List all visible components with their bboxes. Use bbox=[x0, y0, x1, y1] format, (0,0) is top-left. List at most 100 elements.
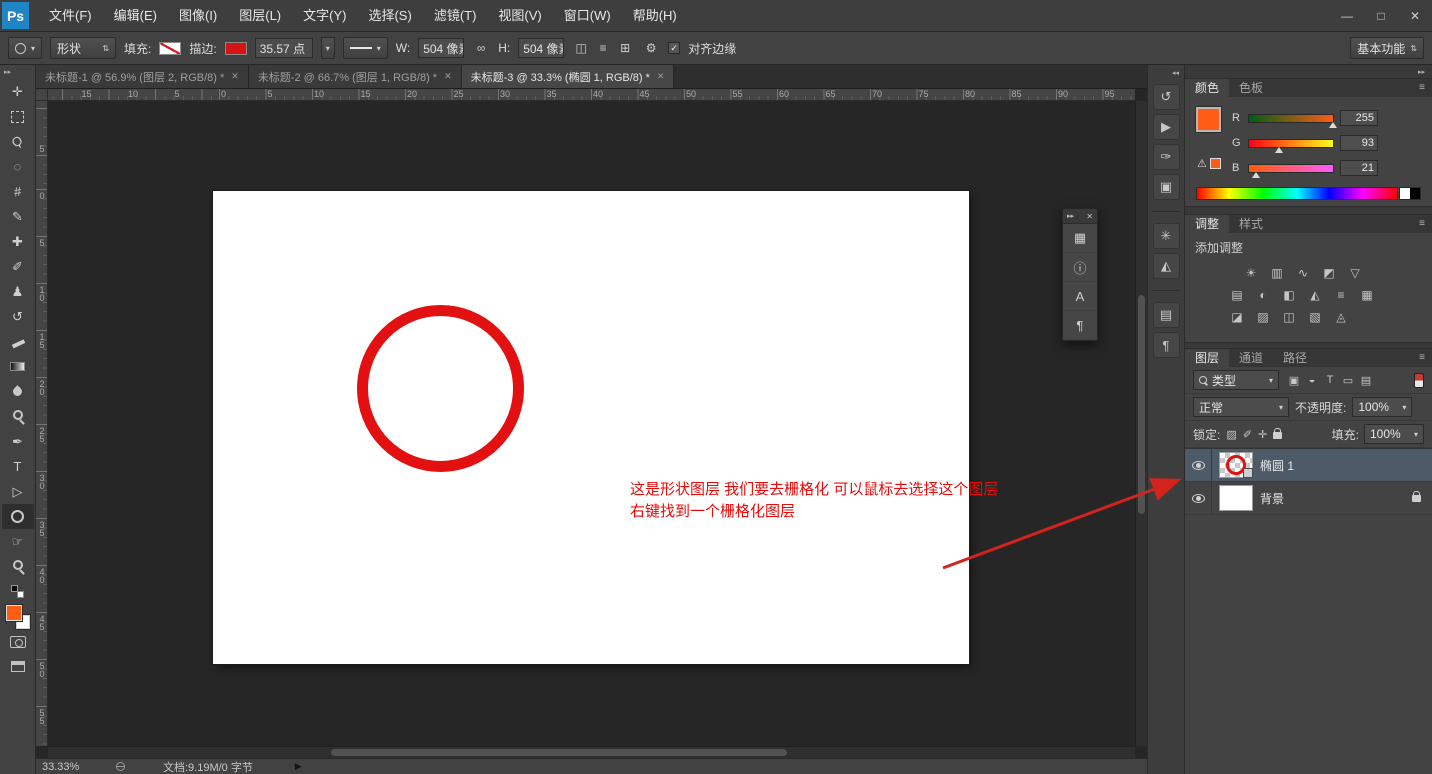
filter-smart-objects-icon[interactable]: ▤ bbox=[1357, 371, 1375, 389]
layer-row[interactable]: 椭圆 1 bbox=[1185, 449, 1432, 482]
channel-slider[interactable] bbox=[1248, 114, 1334, 123]
white-swatch[interactable] bbox=[1400, 188, 1410, 199]
notes-panel-icon[interactable]: ¶ bbox=[1153, 332, 1180, 358]
workspace-switcher[interactable]: 基本功能 ⇅ bbox=[1350, 37, 1424, 59]
fill-color-swatch[interactable] bbox=[159, 42, 181, 55]
eraser-tool[interactable]: ▬ bbox=[2, 329, 34, 354]
menu-item-filter[interactable]: 滤镜(T) bbox=[423, 0, 488, 32]
layer-thumbnail[interactable] bbox=[1219, 452, 1253, 478]
timeline-panel-icon[interactable]: ▤ bbox=[1153, 302, 1180, 328]
panel-menu-icon[interactable]: ≡ bbox=[1419, 82, 1425, 93]
fill-select[interactable]: 100% ▾ bbox=[1364, 424, 1424, 444]
tool-preset-picker[interactable]: ▾ bbox=[8, 37, 42, 59]
dock-expand-icon[interactable]: ▸▸ bbox=[1067, 212, 1074, 220]
adjustment-vibrance-icon[interactable]: ▽ bbox=[1343, 263, 1367, 282]
filter-pixel-layers-icon[interactable]: ▣ bbox=[1285, 371, 1303, 389]
link-dimensions-icon[interactable]: ∞ bbox=[472, 41, 490, 55]
closest-web-color-swatch[interactable] bbox=[1210, 158, 1221, 169]
tab-styles[interactable]: 样式 bbox=[1229, 215, 1273, 233]
spot-healing-brush-tool[interactable]: ✚ bbox=[2, 229, 34, 254]
horizontal-scroll-thumb[interactable] bbox=[331, 749, 788, 756]
path-align-icon[interactable]: ≡ bbox=[594, 41, 612, 55]
maximize-button[interactable]: □ bbox=[1364, 0, 1398, 32]
path-arrange-icon[interactable]: ⊞ bbox=[616, 41, 634, 55]
horizontal-type-tool[interactable]: T bbox=[2, 454, 34, 479]
adjustment-posterize-icon[interactable]: ▨ bbox=[1251, 307, 1275, 326]
stroke-width-dropdown[interactable]: ▾ bbox=[321, 37, 335, 59]
lock-transparent-pixels-icon[interactable]: ▨ bbox=[1226, 428, 1236, 441]
menu-item-help[interactable]: 帮助(H) bbox=[622, 0, 688, 32]
lasso-tool[interactable]: Ϙ bbox=[2, 129, 34, 154]
adjustment-curves-icon[interactable]: ∿ bbox=[1291, 263, 1315, 282]
channel-slider[interactable] bbox=[1248, 139, 1334, 148]
gamut-warning[interactable]: ⚠ bbox=[1197, 157, 1221, 170]
adjustment-color-balance-icon[interactable]: ◐ bbox=[1251, 285, 1275, 304]
info-panel-icon[interactable]: ⓘ bbox=[1063, 253, 1097, 282]
adjustment-selective-color-icon[interactable]: ◬ bbox=[1329, 307, 1353, 326]
blur-tool[interactable] bbox=[2, 379, 34, 404]
dock-strip-collapse-icon[interactable]: ◂◂ bbox=[1167, 67, 1184, 82]
color-spectrum-ramp[interactable] bbox=[1196, 187, 1398, 200]
close-button[interactable]: ✕ bbox=[1398, 0, 1432, 32]
foreground-color-swatch[interactable] bbox=[1196, 107, 1221, 132]
styles-panel-icon[interactable]: ◭ bbox=[1153, 253, 1180, 279]
default-colors-button[interactable] bbox=[2, 579, 34, 604]
adjustment-threshold-icon[interactable]: ◫ bbox=[1277, 307, 1301, 326]
path-selection-tool[interactable]: ▷ bbox=[2, 479, 34, 504]
channel-slider[interactable] bbox=[1248, 164, 1334, 173]
adjustments-panel-icon[interactable]: ✳ bbox=[1153, 223, 1180, 249]
clone-stamp-tool[interactable]: ♟ bbox=[2, 279, 34, 304]
move-tool[interactable]: ✛ bbox=[2, 79, 34, 104]
history-panel-icon[interactable]: ↺ bbox=[1153, 84, 1180, 110]
zoom-tool[interactable] bbox=[2, 554, 34, 579]
ruler-corner[interactable] bbox=[36, 89, 48, 101]
document-tab[interactable]: 未标题-3 @ 33.3% (椭圆 1, RGB/8) *✕ bbox=[462, 65, 675, 88]
pen-tool[interactable]: ✒ bbox=[2, 429, 34, 454]
lock-image-pixels-icon[interactable]: ✐ bbox=[1243, 428, 1252, 441]
menu-item-select[interactable]: 选择(S) bbox=[357, 0, 422, 32]
tab-adjustments[interactable]: 调整 bbox=[1185, 215, 1229, 233]
dock-close-icon[interactable]: ✕ bbox=[1086, 212, 1093, 221]
tool-mode-select[interactable]: 形状 ⇅ bbox=[50, 37, 116, 59]
adjustment-brightness-contrast-icon[interactable]: ☀ bbox=[1239, 263, 1263, 282]
channel-value-input[interactable]: 255 bbox=[1340, 110, 1378, 126]
gradient-tool[interactable] bbox=[2, 354, 34, 379]
vertical-scroll-thumb[interactable] bbox=[1138, 295, 1145, 514]
menu-item-window[interactable]: 窗口(W) bbox=[553, 0, 622, 32]
geometry-options-button[interactable]: ⚙ bbox=[642, 41, 660, 55]
status-menu-arrow-icon[interactable]: ▶ bbox=[295, 761, 302, 772]
stroke-style-select[interactable]: ▾ bbox=[343, 37, 388, 59]
menu-item-layer[interactable]: 图层(L) bbox=[228, 0, 292, 32]
tab-swatches[interactable]: 色板 bbox=[1229, 79, 1273, 97]
slider-thumb[interactable] bbox=[1329, 122, 1337, 128]
adjustment-exposure-icon[interactable]: ◩ bbox=[1317, 263, 1341, 282]
layer-visibility-toggle[interactable] bbox=[1185, 482, 1212, 514]
zoom-level-input[interactable]: 33.33% bbox=[42, 761, 100, 773]
tab-paths[interactable]: 路径 bbox=[1273, 349, 1317, 367]
tab-color[interactable]: 颜色 bbox=[1185, 79, 1229, 97]
panel-menu-icon[interactable]: ≡ bbox=[1419, 218, 1425, 229]
filter-kind-select[interactable]: 类型 ▾ bbox=[1193, 370, 1279, 390]
layer-visibility-toggle[interactable] bbox=[1185, 449, 1212, 481]
tab-close-icon[interactable]: ✕ bbox=[657, 71, 665, 82]
adjustment-channel-mixer-icon[interactable]: ≡ bbox=[1329, 285, 1353, 304]
brush-tool[interactable]: ✐ bbox=[2, 254, 34, 279]
adjustment-color-lookup-icon[interactable]: ▦ bbox=[1355, 285, 1379, 304]
filter-shape-layers-icon[interactable]: ▭ bbox=[1339, 371, 1357, 389]
slider-thumb[interactable] bbox=[1252, 172, 1260, 178]
width-input[interactable]: 504 像素 bbox=[418, 38, 464, 58]
foreground-color-swatch[interactable] bbox=[6, 605, 22, 621]
menu-item-type[interactable]: 文字(Y) bbox=[292, 0, 357, 32]
document-tab[interactable]: 未标题-2 @ 66.7% (图层 1, RGB/8) *✕ bbox=[249, 65, 462, 88]
tab-channels[interactable]: 通道 bbox=[1229, 349, 1273, 367]
blend-mode-select[interactable]: 正常 ▾ bbox=[1193, 397, 1289, 417]
stroke-color-swatch[interactable] bbox=[225, 42, 247, 55]
lock-position-icon[interactable]: ✛ bbox=[1258, 428, 1267, 441]
hand-tool[interactable]: ☞ bbox=[2, 529, 34, 554]
clone-source-panel-icon[interactable]: ▣ bbox=[1153, 174, 1180, 200]
ellipse-shape[interactable] bbox=[357, 305, 524, 472]
menu-item-edit[interactable]: 编辑(E) bbox=[103, 0, 168, 32]
menu-item-view[interactable]: 视图(V) bbox=[487, 0, 552, 32]
layer-row[interactable]: 背景 bbox=[1185, 482, 1432, 515]
toolbar-collapse-icon[interactable]: ▸▸ bbox=[0, 66, 15, 79]
